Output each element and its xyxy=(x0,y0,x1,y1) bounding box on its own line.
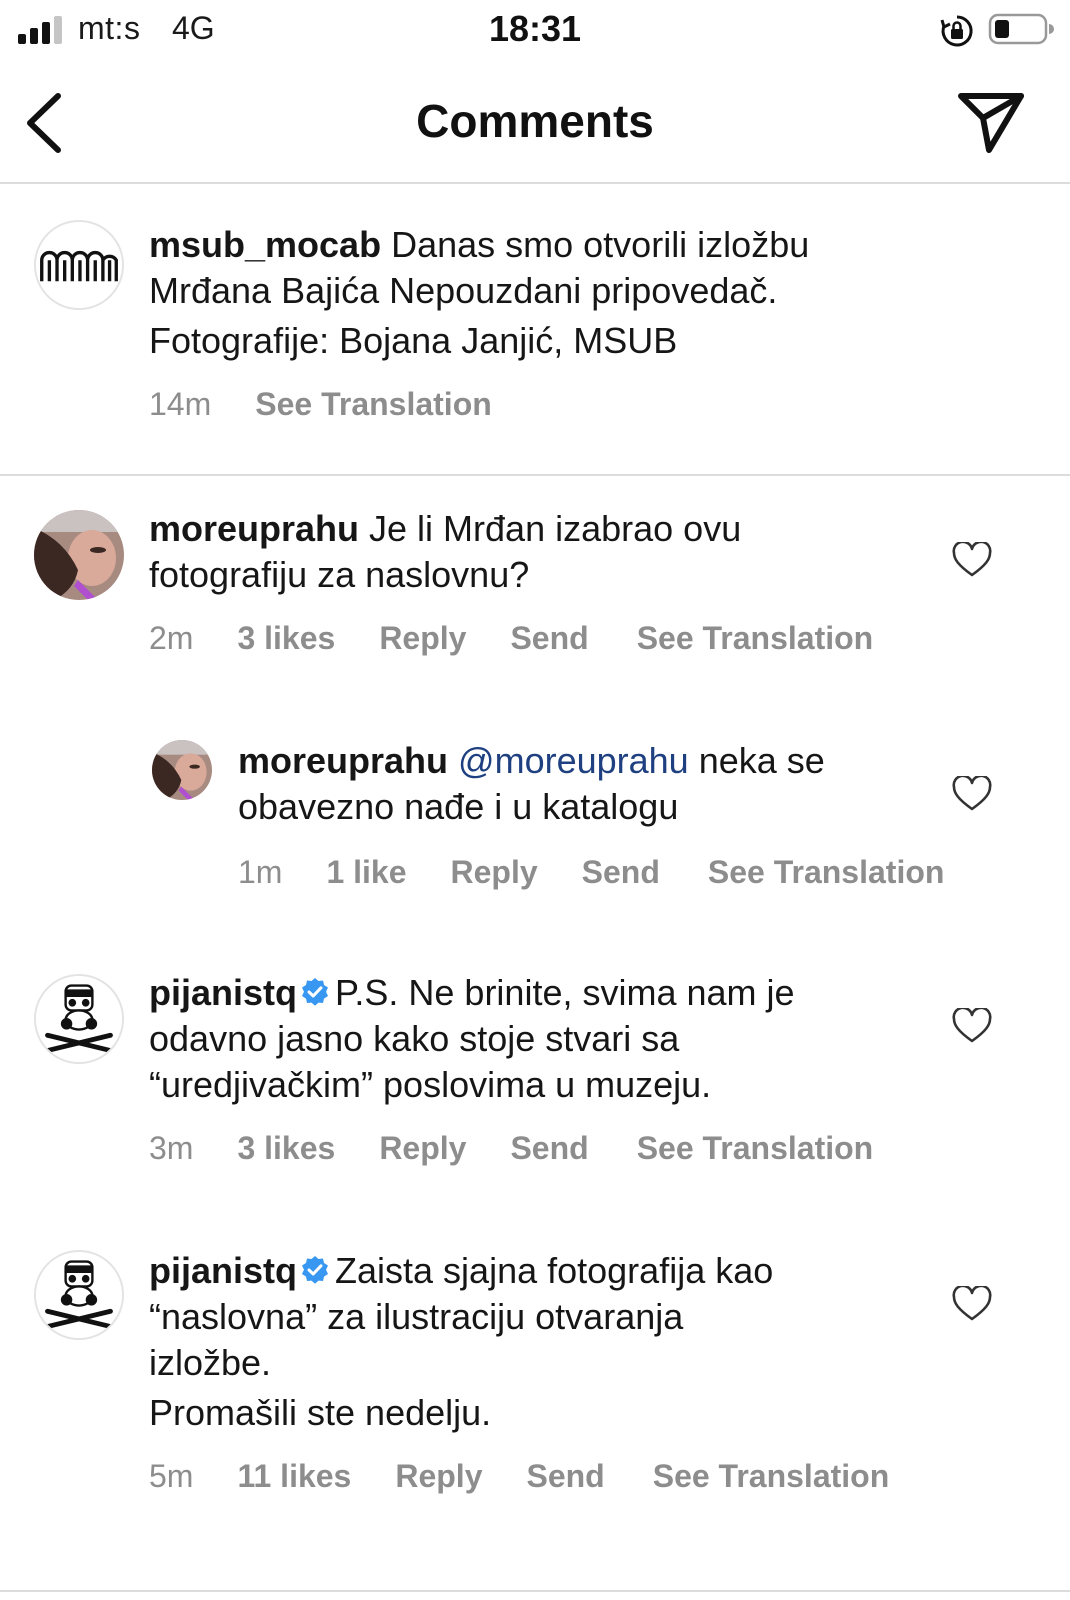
caption-meta: 14m See Translation xyxy=(149,386,492,423)
send-button[interactable]: Send xyxy=(510,1130,588,1166)
comment-line: fotografiju za naslovnu? xyxy=(149,554,530,595)
like-heart-icon[interactable] xyxy=(952,1286,992,1322)
caption-username[interactable]: msub_mocab xyxy=(149,224,381,265)
comment-username[interactable]: pijanistq xyxy=(149,972,297,1013)
like-heart-icon[interactable] xyxy=(952,1008,992,1044)
comment-line: Zaista sjajna fotografija kao xyxy=(335,1250,774,1291)
send-button[interactable]: Send xyxy=(526,1458,604,1494)
comment-text: moreuprahu @moreuprahu neka se obavezno … xyxy=(238,738,938,830)
verified-badge-icon xyxy=(299,1254,331,1286)
see-translation-link[interactable]: See Translation xyxy=(637,620,874,656)
museum-logo-icon xyxy=(36,222,122,308)
like-heart-icon[interactable] xyxy=(952,776,992,812)
divider xyxy=(0,1590,1070,1592)
comment-line: neka se xyxy=(688,740,825,781)
caption-line: Danas smo otvorili izložbu xyxy=(381,224,810,265)
likes-count-link[interactable]: 11 likes xyxy=(237,1458,351,1494)
comment-timestamp: 2m xyxy=(149,620,194,656)
comment-line: Je li Mrđan izabrao ovu xyxy=(359,508,742,549)
comment-meta: 2m 3 likes Reply Send See Translation xyxy=(149,620,873,657)
comment-timestamp: 3m xyxy=(149,1130,194,1166)
likes-count-link[interactable]: 1 like xyxy=(326,854,406,890)
avatar[interactable] xyxy=(34,1250,124,1340)
send-button[interactable]: Send xyxy=(510,620,588,656)
send-button[interactable]: Send xyxy=(582,854,660,890)
comment-username[interactable]: moreuprahu xyxy=(238,740,448,781)
comment-line: P.S. Ne brinite, svima nam je xyxy=(335,972,795,1013)
comment-line: izložbe. xyxy=(149,1342,272,1383)
gas-mask-logo-icon xyxy=(36,976,122,1062)
avatar[interactable] xyxy=(152,740,212,800)
reply-button[interactable]: Reply xyxy=(379,620,466,656)
avatar[interactable] xyxy=(34,220,124,310)
user-photo-icon xyxy=(34,510,124,600)
reply-button[interactable]: Reply xyxy=(379,1130,466,1166)
comment-timestamp: 1m xyxy=(238,854,283,890)
comment-line: odavno jasno kako stoje stvari sa xyxy=(149,1018,680,1059)
navigation-header: Comments xyxy=(0,62,1070,184)
gas-mask-logo-icon xyxy=(36,1252,122,1338)
post-caption: msub_mocab Danas smo otvorili izložbu Mr… xyxy=(0,184,1070,476)
comment-meta: 1m 1 like Reply Send See Translation xyxy=(238,854,944,891)
comment-line: Promašili ste nedelju. xyxy=(149,1392,492,1433)
status-time: 18:31 xyxy=(488,8,582,49)
comment-line: “naslovna” za ilustraciju otvaranja xyxy=(149,1296,684,1337)
comment-username[interactable]: moreuprahu xyxy=(149,508,359,549)
caption-text: msub_mocab Danas smo otvorili izložbu Mr… xyxy=(149,222,1029,364)
caption-line: Mrđana Bajića Nepouzdani pripovedač. xyxy=(149,270,778,311)
comment-item: pijanistq P.S. Ne brinite, svima nam je o… xyxy=(0,944,1070,1204)
caption-timestamp: 14m xyxy=(149,386,212,422)
comment-text: moreuprahu Je li Mrđan izabrao ovu fotog… xyxy=(149,506,939,598)
orientation-lock-icon xyxy=(940,15,973,47)
see-translation-link[interactable]: See Translation xyxy=(637,1130,874,1166)
caption-line: Fotografije: Bojana Janjić, MSUB xyxy=(149,320,678,361)
see-translation-link[interactable]: See Translation xyxy=(653,1458,890,1494)
comment-item: pijanistq Zaista sjajna fotografija kao “… xyxy=(0,1222,1070,1552)
verified-badge-icon xyxy=(299,976,331,1008)
mention-link[interactable]: @moreuprahu xyxy=(458,740,689,781)
avatar[interactable] xyxy=(34,974,124,1064)
comment-text: pijanistq P.S. Ne brinite, svima nam je o… xyxy=(149,970,939,1108)
comment-line: obavezno nađe i u katalogu xyxy=(238,786,679,827)
comment-meta: 3m 3 likes Reply Send See Translation xyxy=(149,1130,873,1167)
likes-count-link[interactable]: 3 likes xyxy=(237,620,335,656)
reply-button[interactable]: Reply xyxy=(395,1458,482,1494)
page-title: Comments xyxy=(416,95,654,147)
battery-icon xyxy=(988,13,1054,45)
comment-meta: 5m 11 likes Reply Send See Translation xyxy=(149,1458,889,1495)
user-photo-icon xyxy=(152,740,212,800)
comment-timestamp: 5m xyxy=(149,1458,194,1494)
comment-reply-item: moreuprahu @moreuprahu neka se obavezno … xyxy=(0,712,1070,922)
comment-text: pijanistq Zaista sjajna fotografija kao “… xyxy=(149,1248,939,1436)
avatar[interactable] xyxy=(34,510,124,600)
status-bar: mt:s 4G 18:31 xyxy=(0,0,1070,62)
comment-username[interactable]: pijanistq xyxy=(149,1250,297,1291)
reply-button[interactable]: Reply xyxy=(451,854,538,890)
see-translation-link[interactable]: See Translation xyxy=(708,854,945,890)
comment-line: “uredjivačkim” poslovima u muzeju. xyxy=(149,1064,712,1105)
see-translation-link[interactable]: See Translation xyxy=(255,386,492,422)
likes-count-link[interactable]: 3 likes xyxy=(237,1130,335,1166)
paper-plane-icon[interactable] xyxy=(955,88,1027,156)
comment-item: moreuprahu Je li Mrđan izabrao ovu fotog… xyxy=(0,476,1070,696)
like-heart-icon[interactable] xyxy=(952,542,992,578)
